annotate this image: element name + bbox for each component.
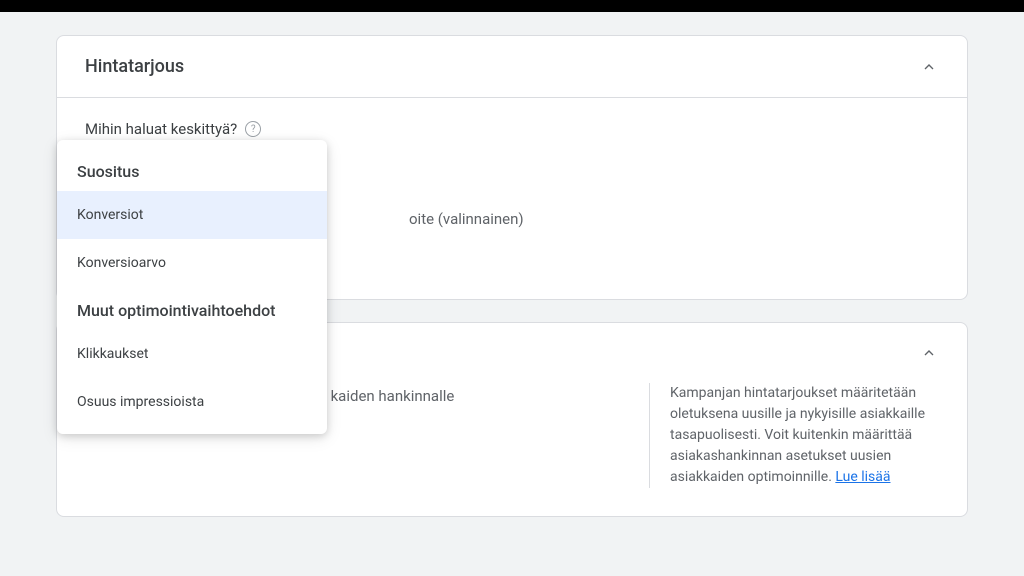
help-icon[interactable]: ? xyxy=(245,121,261,137)
dropdown-header-recommend: Suositus xyxy=(57,148,327,191)
dropdown-item-impression-share[interactable]: Osuus impressioista xyxy=(57,378,327,426)
dropdown-header-other: Muut optimointivaihtoehdot xyxy=(57,287,327,330)
chevron-up-icon[interactable] xyxy=(919,343,939,363)
dropdown-item-conversions[interactable]: Konversiot xyxy=(57,191,327,239)
chevron-up-icon[interactable] xyxy=(919,57,939,77)
learn-more-link[interactable]: Lue lisää xyxy=(835,469,890,485)
dropdown-item-clicks[interactable]: Klikkaukset xyxy=(57,330,327,378)
dropdown-item-conversion-value[interactable]: Konversioarvo xyxy=(57,239,327,287)
optional-target-text: oite (valinnainen) xyxy=(409,210,524,228)
focus-dropdown: Suositus Konversiot Konversioarvo Muut o… xyxy=(57,140,327,434)
focus-question: Mihin haluat keskittyä? ? xyxy=(85,120,939,138)
bidding-title: Hintatarjous xyxy=(85,56,184,77)
bidding-card-header[interactable]: Hintatarjous xyxy=(57,36,967,98)
acquisition-info-text: Kampanjan hintatarjoukset määritetään ol… xyxy=(649,383,939,488)
